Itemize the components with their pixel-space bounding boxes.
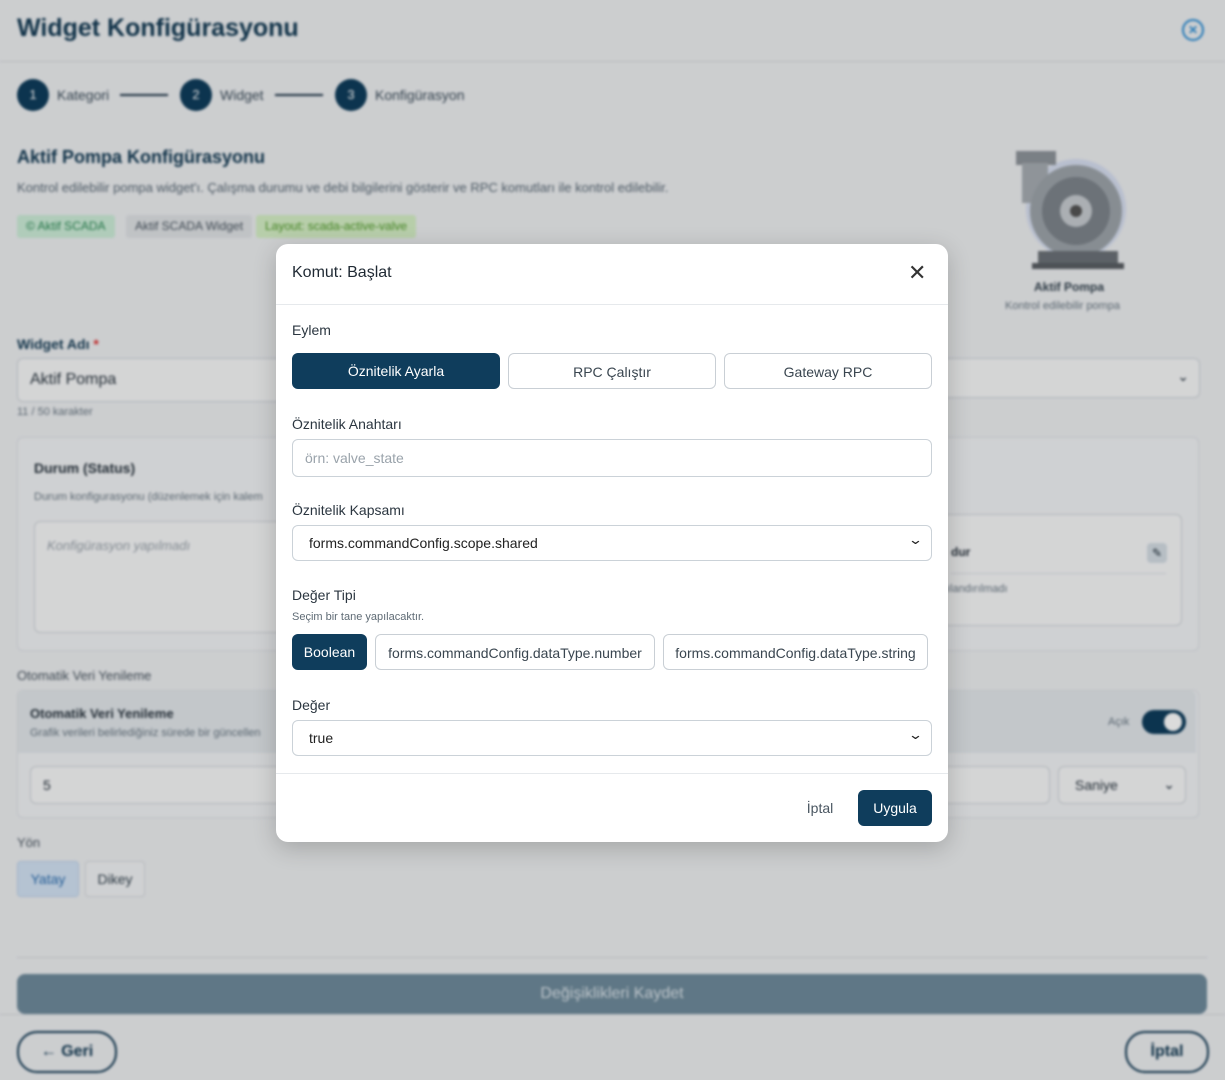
close-icon[interactable]: ✕	[908, 262, 926, 284]
attr-key-input[interactable]	[292, 439, 932, 477]
chevron-down-icon: ⌄	[907, 727, 924, 742]
modal-apply-button[interactable]: Uygula	[858, 790, 932, 826]
value-type-boolean-button[interactable]: Boolean	[292, 634, 367, 670]
value-label: Değer	[292, 697, 331, 713]
chevron-down-icon: ⌄	[907, 532, 924, 547]
action-gateway-rpc-button[interactable]: Gateway RPC	[724, 353, 932, 389]
attr-scope-label: Öznitelik Kapsamı	[292, 502, 405, 518]
attr-scope-value: forms.commandConfig.scope.shared	[309, 535, 538, 551]
modal-title: Komut: Başlat	[292, 264, 392, 281]
action-set-attribute-button[interactable]: Öznitelik Ayarla	[292, 353, 500, 389]
value-select[interactable]: true ⌄	[292, 720, 932, 756]
modal-footer-divider	[276, 773, 948, 774]
attr-scope-select[interactable]: forms.commandConfig.scope.shared ⌄	[292, 525, 932, 561]
value-value: true	[309, 730, 334, 746]
value-type-label: Değer Tipi	[292, 587, 356, 603]
value-type-number-button[interactable]: forms.commandConfig.dataType.number	[375, 634, 655, 670]
action-rpc-button[interactable]: RPC Çalıştır	[508, 353, 716, 389]
value-type-hint: Seçim bir tane yapılacaktır.	[292, 611, 425, 623]
command-modal: Komut: Başlat ✕ Eylem Öznitelik Ayarla R…	[276, 244, 948, 842]
value-type-string-button[interactable]: forms.commandConfig.dataType.string	[663, 634, 928, 670]
action-label: Eylem	[292, 322, 331, 338]
attr-key-label: Öznitelik Anahtarı	[292, 416, 402, 432]
modal-cancel-button[interactable]: İptal	[794, 790, 846, 826]
modal-header: Komut: Başlat ✕	[276, 244, 948, 305]
